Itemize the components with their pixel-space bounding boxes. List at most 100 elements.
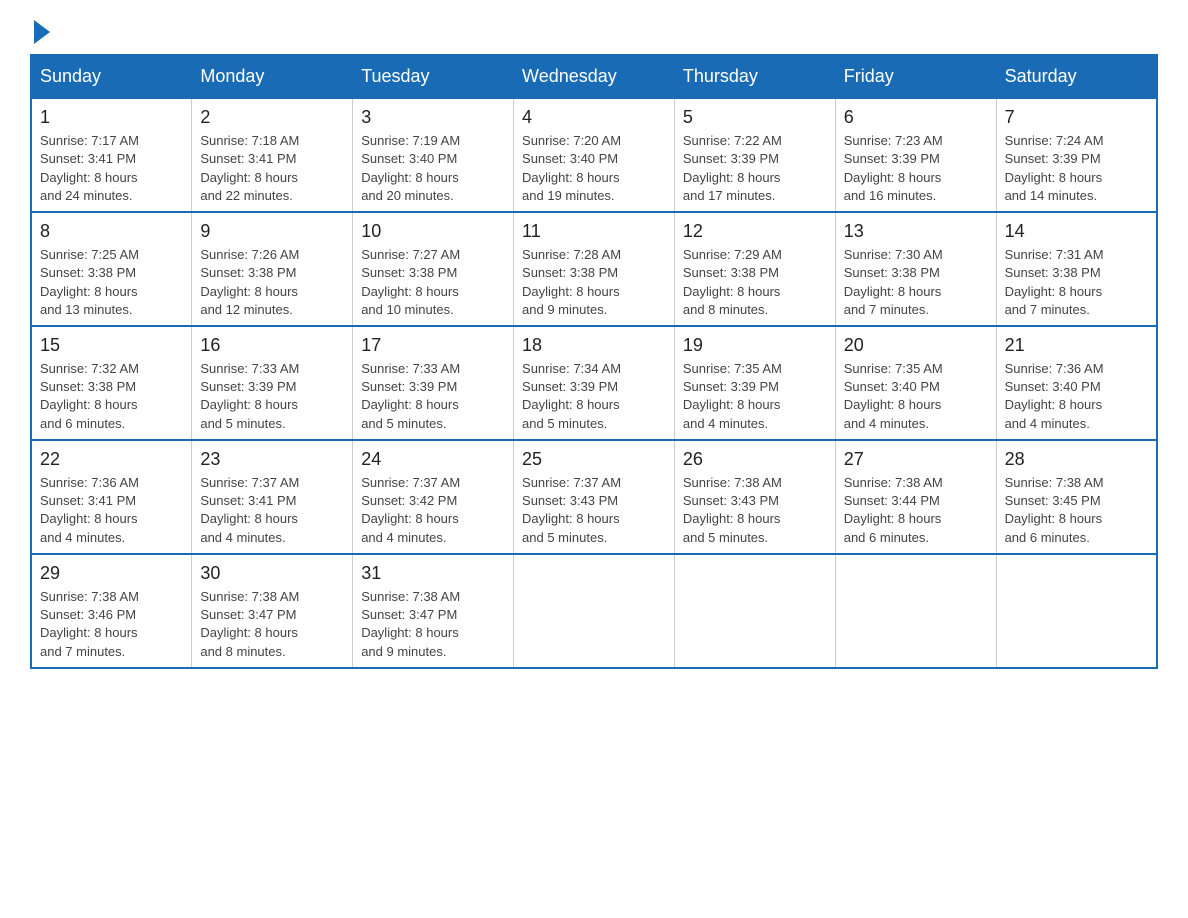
day-daylight-line2: and 4 minutes.: [844, 416, 929, 431]
day-daylight-line2: and 5 minutes.: [200, 416, 285, 431]
calendar-cell: 26 Sunrise: 7:38 AM Sunset: 3:43 PM Dayl…: [674, 440, 835, 554]
calendar-cell: 3 Sunrise: 7:19 AM Sunset: 3:40 PM Dayli…: [353, 98, 514, 212]
day-number: 24: [361, 447, 505, 472]
day-daylight-line1: Daylight: 8 hours: [361, 511, 459, 526]
day-daylight-line1: Daylight: 8 hours: [1005, 170, 1103, 185]
day-number: 7: [1005, 105, 1148, 130]
calendar-cell: 4 Sunrise: 7:20 AM Sunset: 3:40 PM Dayli…: [514, 98, 675, 212]
weekday-thursday: Thursday: [674, 55, 835, 98]
day-daylight-line1: Daylight: 8 hours: [361, 284, 459, 299]
day-number: 23: [200, 447, 344, 472]
calendar-cell: 8 Sunrise: 7:25 AM Sunset: 3:38 PM Dayli…: [31, 212, 192, 326]
day-number: 25: [522, 447, 666, 472]
week-row-5: 29 Sunrise: 7:38 AM Sunset: 3:46 PM Dayl…: [31, 554, 1157, 668]
calendar-cell: 12 Sunrise: 7:29 AM Sunset: 3:38 PM Dayl…: [674, 212, 835, 326]
calendar-cell: 6 Sunrise: 7:23 AM Sunset: 3:39 PM Dayli…: [835, 98, 996, 212]
week-row-1: 1 Sunrise: 7:17 AM Sunset: 3:41 PM Dayli…: [31, 98, 1157, 212]
weekday-tuesday: Tuesday: [353, 55, 514, 98]
day-sunset: Sunset: 3:41 PM: [200, 493, 296, 508]
day-number: 8: [40, 219, 183, 244]
day-sunset: Sunset: 3:38 PM: [40, 379, 136, 394]
day-sunset: Sunset: 3:45 PM: [1005, 493, 1101, 508]
day-sunset: Sunset: 3:43 PM: [522, 493, 618, 508]
day-number: 5: [683, 105, 827, 130]
day-sunrise: Sunrise: 7:20 AM: [522, 133, 621, 148]
day-number: 12: [683, 219, 827, 244]
day-daylight-line1: Daylight: 8 hours: [40, 284, 138, 299]
day-sunrise: Sunrise: 7:24 AM: [1005, 133, 1104, 148]
calendar-cell: 7 Sunrise: 7:24 AM Sunset: 3:39 PM Dayli…: [996, 98, 1157, 212]
calendar-cell: [996, 554, 1157, 668]
day-daylight-line2: and 10 minutes.: [361, 302, 454, 317]
day-sunset: Sunset: 3:39 PM: [844, 151, 940, 166]
day-sunset: Sunset: 3:38 PM: [1005, 265, 1101, 280]
day-daylight-line1: Daylight: 8 hours: [522, 397, 620, 412]
calendar-cell: 15 Sunrise: 7:32 AM Sunset: 3:38 PM Dayl…: [31, 326, 192, 440]
calendar-cell: [514, 554, 675, 668]
day-number: 11: [522, 219, 666, 244]
day-sunset: Sunset: 3:42 PM: [361, 493, 457, 508]
week-row-3: 15 Sunrise: 7:32 AM Sunset: 3:38 PM Dayl…: [31, 326, 1157, 440]
day-daylight-line1: Daylight: 8 hours: [683, 397, 781, 412]
day-sunset: Sunset: 3:41 PM: [40, 151, 136, 166]
day-daylight-line2: and 4 minutes.: [361, 530, 446, 545]
day-number: 13: [844, 219, 988, 244]
day-daylight-line2: and 4 minutes.: [1005, 416, 1090, 431]
day-daylight-line1: Daylight: 8 hours: [683, 511, 781, 526]
day-daylight-line2: and 9 minutes.: [361, 644, 446, 659]
day-daylight-line2: and 9 minutes.: [522, 302, 607, 317]
day-sunrise: Sunrise: 7:19 AM: [361, 133, 460, 148]
day-daylight-line1: Daylight: 8 hours: [40, 625, 138, 640]
calendar-cell: 10 Sunrise: 7:27 AM Sunset: 3:38 PM Dayl…: [353, 212, 514, 326]
day-sunset: Sunset: 3:40 PM: [522, 151, 618, 166]
page-header: [30, 20, 1158, 44]
calendar-cell: 2 Sunrise: 7:18 AM Sunset: 3:41 PM Dayli…: [192, 98, 353, 212]
day-number: 28: [1005, 447, 1148, 472]
day-sunrise: Sunrise: 7:35 AM: [844, 361, 943, 376]
day-daylight-line2: and 4 minutes.: [40, 530, 125, 545]
day-sunset: Sunset: 3:46 PM: [40, 607, 136, 622]
day-sunset: Sunset: 3:41 PM: [40, 493, 136, 508]
logo: [30, 20, 50, 44]
week-row-2: 8 Sunrise: 7:25 AM Sunset: 3:38 PM Dayli…: [31, 212, 1157, 326]
day-daylight-line2: and 5 minutes.: [522, 530, 607, 545]
day-sunrise: Sunrise: 7:23 AM: [844, 133, 943, 148]
day-number: 15: [40, 333, 183, 358]
day-sunset: Sunset: 3:47 PM: [200, 607, 296, 622]
day-daylight-line1: Daylight: 8 hours: [844, 284, 942, 299]
calendar-cell: 22 Sunrise: 7:36 AM Sunset: 3:41 PM Dayl…: [31, 440, 192, 554]
calendar-cell: 18 Sunrise: 7:34 AM Sunset: 3:39 PM Dayl…: [514, 326, 675, 440]
day-sunrise: Sunrise: 7:28 AM: [522, 247, 621, 262]
day-sunset: Sunset: 3:39 PM: [522, 379, 618, 394]
day-number: 31: [361, 561, 505, 586]
calendar-cell: 13 Sunrise: 7:30 AM Sunset: 3:38 PM Dayl…: [835, 212, 996, 326]
day-number: 20: [844, 333, 988, 358]
day-sunrise: Sunrise: 7:36 AM: [1005, 361, 1104, 376]
day-daylight-line1: Daylight: 8 hours: [1005, 511, 1103, 526]
day-sunrise: Sunrise: 7:37 AM: [361, 475, 460, 490]
day-daylight-line1: Daylight: 8 hours: [522, 284, 620, 299]
day-daylight-line2: and 24 minutes.: [40, 188, 133, 203]
day-daylight-line2: and 7 minutes.: [1005, 302, 1090, 317]
calendar-cell: 29 Sunrise: 7:38 AM Sunset: 3:46 PM Dayl…: [31, 554, 192, 668]
calendar-cell: 23 Sunrise: 7:37 AM Sunset: 3:41 PM Dayl…: [192, 440, 353, 554]
weekday-saturday: Saturday: [996, 55, 1157, 98]
day-sunset: Sunset: 3:38 PM: [40, 265, 136, 280]
day-daylight-line1: Daylight: 8 hours: [522, 511, 620, 526]
day-sunset: Sunset: 3:40 PM: [361, 151, 457, 166]
day-sunrise: Sunrise: 7:33 AM: [200, 361, 299, 376]
day-sunset: Sunset: 3:44 PM: [844, 493, 940, 508]
day-sunset: Sunset: 3:40 PM: [1005, 379, 1101, 394]
day-sunset: Sunset: 3:38 PM: [200, 265, 296, 280]
calendar-cell: 19 Sunrise: 7:35 AM Sunset: 3:39 PM Dayl…: [674, 326, 835, 440]
day-daylight-line1: Daylight: 8 hours: [200, 511, 298, 526]
day-sunset: Sunset: 3:41 PM: [200, 151, 296, 166]
day-daylight-line2: and 17 minutes.: [683, 188, 776, 203]
calendar-cell: 17 Sunrise: 7:33 AM Sunset: 3:39 PM Dayl…: [353, 326, 514, 440]
day-daylight-line1: Daylight: 8 hours: [40, 170, 138, 185]
day-sunrise: Sunrise: 7:37 AM: [522, 475, 621, 490]
day-number: 17: [361, 333, 505, 358]
day-daylight-line1: Daylight: 8 hours: [844, 397, 942, 412]
day-daylight-line2: and 6 minutes.: [1005, 530, 1090, 545]
day-sunrise: Sunrise: 7:31 AM: [1005, 247, 1104, 262]
